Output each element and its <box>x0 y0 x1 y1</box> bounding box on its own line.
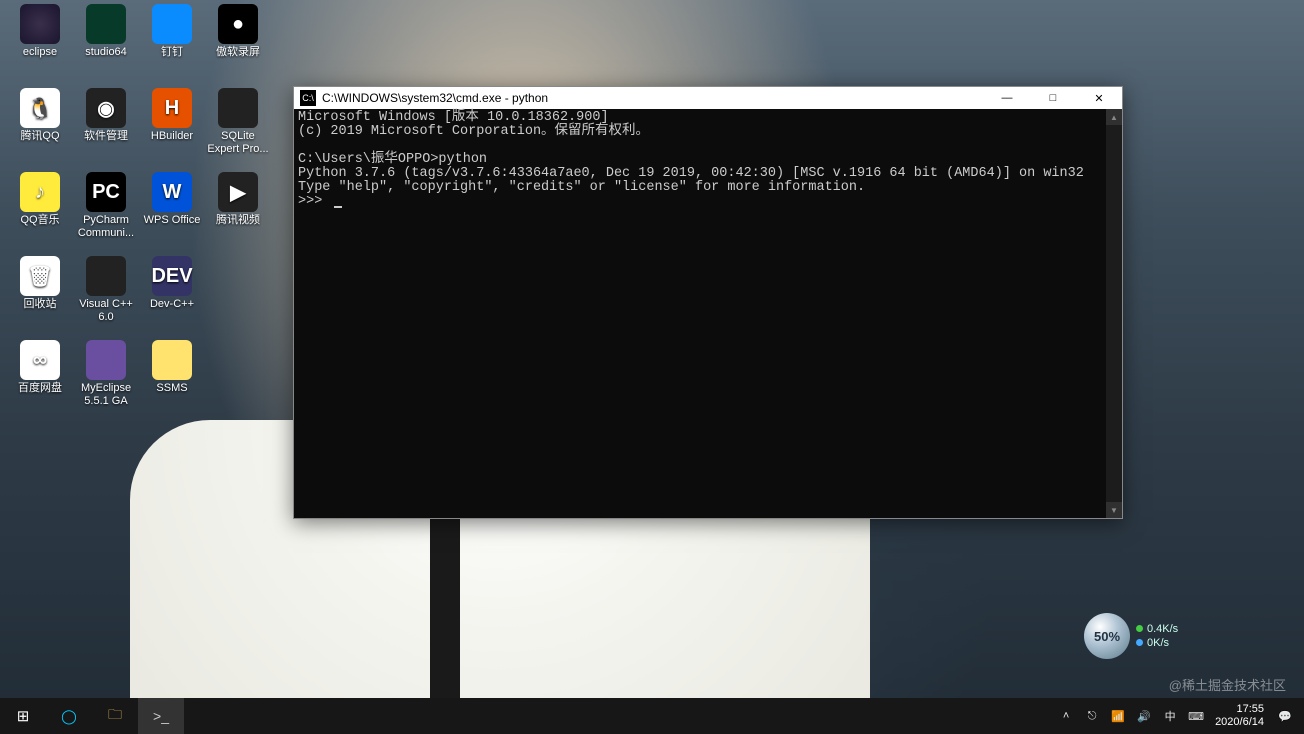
desktop-icon-pycharm-communi-[interactable]: PCPyCharm Communi... <box>74 172 138 252</box>
desktop-icon-myeclipse-5-5-1-ga[interactable]: MyEclipse 5.5.1 GA <box>74 340 138 420</box>
terminal-output[interactable]: Microsoft Windows [版本 10.0.18362.900] (c… <box>294 109 1106 518</box>
scroll-up-button[interactable]: ▲ <box>1106 109 1122 125</box>
app-icon <box>218 88 258 128</box>
app-icon <box>152 4 192 44</box>
minimize-button[interactable]: — <box>984 87 1030 109</box>
icon-label: 傲软录屏 <box>216 46 260 59</box>
tray-icon-1[interactable]: 📶 <box>1108 706 1128 726</box>
desktop-icon-studio64[interactable]: studio64 <box>74 4 138 84</box>
app-icon: ∞ <box>20 340 60 380</box>
desktop-icon-visual-c-6-0[interactable]: Visual C++ 6.0 <box>74 256 138 336</box>
app-icon: DEV <box>152 256 192 296</box>
app-icon: ▶ <box>218 172 258 212</box>
tray-icon-3[interactable]: 中 <box>1160 706 1180 726</box>
icon-label: 钉钉 <box>161 46 183 59</box>
desktop-icon-sqlite-expert-pro-[interactable]: SQLite Expert Pro... <box>206 88 270 168</box>
app-icon: ● <box>218 4 258 44</box>
cmd-icon: >_ <box>150 705 172 727</box>
taskbar-clock[interactable]: 17:55 2020/6/14 <box>1209 703 1272 729</box>
icon-label: QQ音乐 <box>20 214 59 227</box>
icon-label: SSMS <box>156 382 187 395</box>
app-icon: PC <box>86 172 126 212</box>
icon-label: 百度网盘 <box>18 382 62 395</box>
desktop-icon--[interactable]: ◉ 软件管理 <box>74 88 138 168</box>
icon-label: 腾讯QQ <box>20 130 59 143</box>
icon-label: WPS Office <box>144 214 201 227</box>
maximize-button[interactable]: □ <box>1030 87 1076 109</box>
terminal-cursor <box>334 206 342 208</box>
desktop-icon--[interactable]: ▶ 腾讯视频 <box>206 172 270 252</box>
download-speed: 0K/s <box>1147 637 1169 649</box>
taskbar[interactable]: ⊞ ◯ 🗀 >_ ˄ ⎋ 📶 🔊 中 ⌨ 17:55 2020/6/14 💬 <box>0 698 1304 734</box>
desktop-icon--[interactable]: 钉钉 <box>140 4 204 84</box>
desktop-icon--[interactable]: ∞ 百度网盘 <box>8 340 72 420</box>
cmd-icon: C:\ <box>300 90 316 106</box>
icon-label: eclipse <box>23 46 57 59</box>
tray-icon-4[interactable]: ⌨ <box>1186 706 1206 726</box>
desktop-icon--[interactable]: ● 傲软录屏 <box>206 4 270 84</box>
cmd-titlebar[interactable]: C:\ C:\WINDOWS\system32\cmd.exe - python… <box>294 87 1122 109</box>
network-speed-widget[interactable]: 50% 0.4K/s 0K/s <box>1084 608 1214 664</box>
app-icon <box>86 4 126 44</box>
icon-label: SQLite Expert Pro... <box>206 130 270 156</box>
app-icon <box>86 340 126 380</box>
watermark-community: @稀土掘金技术社区 <box>1169 675 1286 694</box>
desktop-icon-hbuilder[interactable]: H HBuilder <box>140 88 204 168</box>
app-icon: ♪ <box>20 172 60 212</box>
app-icon <box>20 4 60 44</box>
taskbar-item-explorer[interactable]: 🗀 <box>92 698 138 734</box>
tray-icon-0[interactable]: ⎋ <box>1082 706 1102 726</box>
tray-icon-2[interactable]: 🔊 <box>1134 706 1154 726</box>
app-icon <box>152 340 192 380</box>
explorer-icon: 🗀 <box>104 705 126 727</box>
desktop-icon-eclipse[interactable]: eclipse <box>8 4 72 84</box>
desktop-icon-ssms[interactable]: SSMS <box>140 340 204 420</box>
icon-label: Dev-C++ <box>150 298 194 311</box>
desktop-icon-dev-c-[interactable]: DEV Dev-C++ <box>140 256 204 336</box>
app-icon: W <box>152 172 192 212</box>
cmd-body[interactable]: Microsoft Windows [版本 10.0.18362.900] (c… <box>294 109 1122 518</box>
icon-label: PyCharm Communi... <box>74 214 138 240</box>
upload-dot-icon <box>1136 625 1143 632</box>
close-button[interactable]: ✕ <box>1076 87 1122 109</box>
taskbar-item-browser[interactable]: ◯ <box>46 698 92 734</box>
app-icon: H <box>152 88 192 128</box>
app-icon: ◉ <box>86 88 126 128</box>
windows-logo-icon: ⊞ <box>12 705 34 727</box>
cmd-window[interactable]: C:\ C:\WINDOWS\system32\cmd.exe - python… <box>293 86 1123 519</box>
app-icon: 🗑 <box>20 256 60 296</box>
icon-label: studio64 <box>85 46 127 59</box>
icon-label: 腾讯视频 <box>216 214 260 227</box>
notifications-icon[interactable]: 💬 <box>1275 706 1295 726</box>
start-button[interactable]: ⊞ <box>0 698 46 734</box>
browser-icon: ◯ <box>58 705 80 727</box>
taskbar-item-cmd[interactable]: >_ <box>138 698 184 734</box>
desktop-icon--qq[interactable]: 🐧 腾讯QQ <box>8 88 72 168</box>
net-stats: 0.4K/s 0K/s <box>1136 622 1178 650</box>
upload-speed: 0.4K/s <box>1147 623 1178 635</box>
clock-date: 2020/6/14 <box>1215 716 1264 729</box>
scroll-down-button[interactable]: ▼ <box>1106 502 1122 518</box>
cmd-title-text: C:\WINDOWS\system32\cmd.exe - python <box>322 91 984 105</box>
icon-label: Visual C++ 6.0 <box>74 298 138 324</box>
icon-label: 软件管理 <box>84 130 128 143</box>
download-dot-icon <box>1136 639 1143 646</box>
app-icon: 🐧 <box>20 88 60 128</box>
app-icon <box>86 256 126 296</box>
icon-label: HBuilder <box>151 130 193 143</box>
memory-ball[interactable]: 50% <box>1084 613 1130 659</box>
desktop-icon--[interactable]: 🗑 回收站 <box>8 256 72 336</box>
tray-chevron-icon[interactable]: ˄ <box>1056 706 1076 726</box>
desktop-icon-wps-office[interactable]: W WPS Office <box>140 172 204 252</box>
icon-label: MyEclipse 5.5.1 GA <box>74 382 138 408</box>
desktop-icon-qq-[interactable]: ♪ QQ音乐 <box>8 172 72 252</box>
clock-time: 17:55 <box>1215 703 1264 716</box>
scrollbar[interactable]: ▲ ▼ <box>1106 109 1122 518</box>
icon-label: 回收站 <box>24 298 57 311</box>
